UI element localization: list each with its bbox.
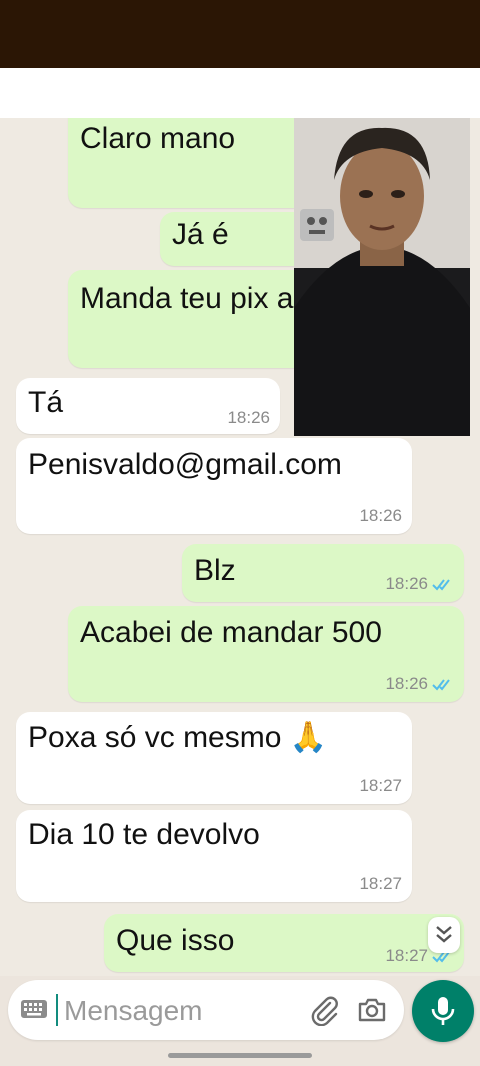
camera-icon[interactable] <box>356 994 388 1026</box>
home-indicator[interactable] <box>168 1053 312 1058</box>
microphone-icon <box>431 997 455 1025</box>
message-time: 18:26 <box>385 674 428 693</box>
double-check-icon <box>432 679 450 691</box>
message-outgoing[interactable]: Que isso 18:27 <box>104 914 464 972</box>
message-meta: 18:26 <box>385 674 454 694</box>
scroll-down-button[interactable] <box>428 917 460 953</box>
message-time: 18:26 <box>359 506 402 525</box>
message-time: 18:27 <box>359 874 402 893</box>
sticker-icon <box>300 209 334 241</box>
message-text: Claro mano <box>80 122 236 155</box>
status-bar <box>0 0 480 68</box>
double-check-icon <box>432 579 450 591</box>
message-meta: 18:26 <box>359 506 402 526</box>
message-text: Que isso <box>116 924 235 957</box>
chat-header <box>0 68 480 118</box>
message-outgoing[interactable]: Blz 18:26 <box>182 544 464 602</box>
message-text: Manda teu pix a <box>80 282 294 315</box>
message-incoming[interactable]: Penisvaldo@gmail.com 18:26 <box>16 438 412 534</box>
message-incoming[interactable]: Tá 18:26 <box>16 378 280 434</box>
message-text: Penisvaldo@gmail.com <box>28 448 342 481</box>
message-time: 18:27 <box>359 776 402 795</box>
message-time: 18:26 <box>227 408 270 427</box>
message-text: Dia 10 te devolvo <box>28 818 260 851</box>
keyboard-icon[interactable] <box>20 998 48 1020</box>
message-incoming[interactable]: Dia 10 te devolvo 18:27 <box>16 810 412 902</box>
message-text: Acabei de mandar 500 <box>80 616 382 649</box>
message-text: Já é <box>172 218 229 251</box>
message-meta: 18:26 <box>227 408 270 428</box>
message-text: Tá <box>28 386 64 419</box>
message-time: 18:27 <box>385 946 428 965</box>
message-composer <box>8 980 404 1040</box>
message-time: 18:26 <box>385 574 428 593</box>
message-meta: 18:27 <box>359 776 402 796</box>
voice-message-button[interactable] <box>412 980 474 1042</box>
message-meta: 18:26 <box>385 574 454 594</box>
message-text: Blz <box>194 554 236 587</box>
message-incoming[interactable]: Poxa só vc mesmo 🙏 18:27 <box>16 712 412 804</box>
text-cursor <box>56 994 58 1026</box>
paperclip-icon[interactable] <box>308 994 340 1026</box>
person-video-image <box>294 118 470 436</box>
video-overlay <box>294 118 470 436</box>
message-text: Poxa só vc mesmo 🙏 <box>28 721 328 754</box>
message-outgoing[interactable]: Acabei de mandar 500 18:26 <box>68 606 464 702</box>
message-input[interactable] <box>62 988 306 1034</box>
message-meta: 18:27 <box>359 874 402 894</box>
double-chevron-down-icon <box>436 926 452 943</box>
